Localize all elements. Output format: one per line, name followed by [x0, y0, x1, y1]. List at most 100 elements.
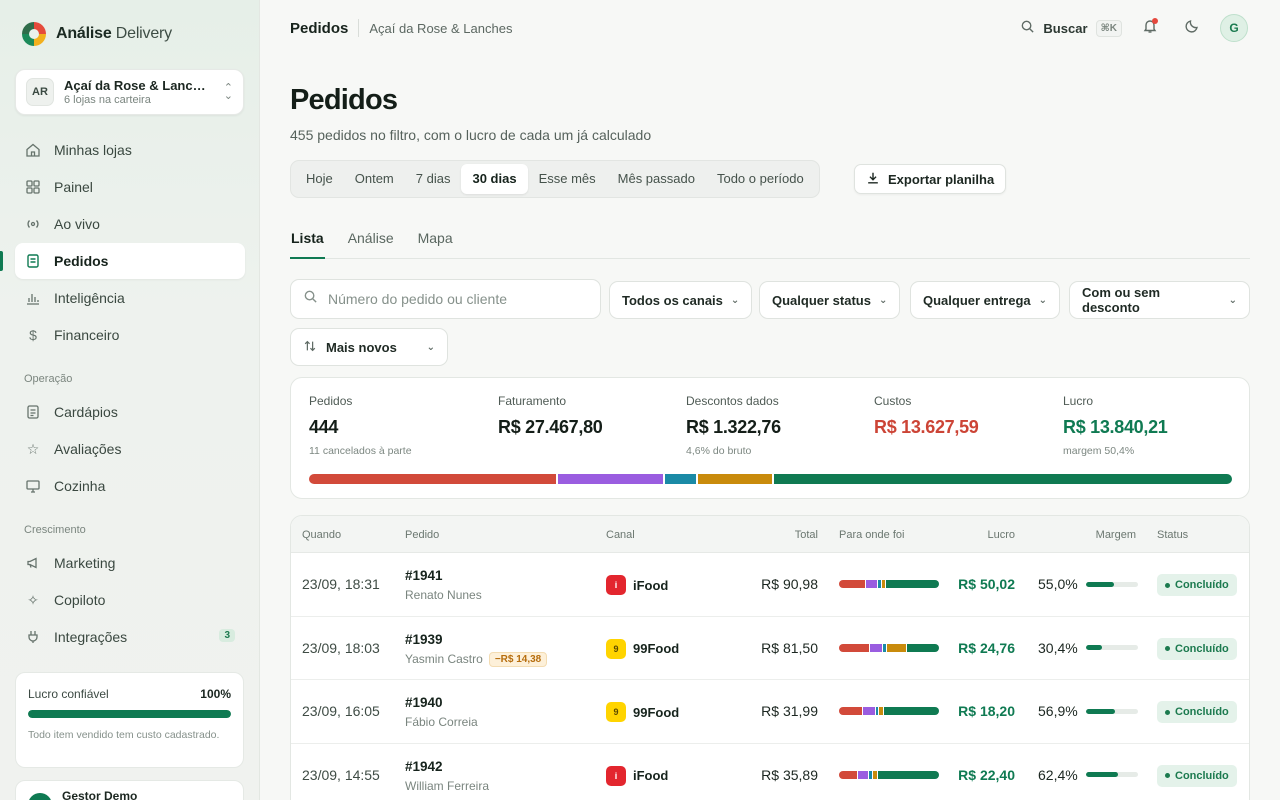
integrations-count-badge: 3 — [219, 629, 235, 642]
avatar[interactable]: G — [1220, 14, 1248, 42]
brand[interactable]: Análise Delivery — [22, 22, 172, 46]
margin-value: 30,4% — [1038, 639, 1078, 656]
order-profit: R$ 50,02 — [958, 576, 1015, 592]
sidebar-item-integracoes[interactable]: Integrações 3 — [15, 619, 245, 655]
megaphone-icon — [24, 554, 42, 572]
margin-value: 56,9% — [1038, 703, 1078, 719]
sidebar-item-cardapios[interactable]: Cardápios — [15, 394, 245, 430]
menu-icon — [24, 403, 42, 421]
store-name: Açaí da Rose & Lanches — [64, 78, 208, 93]
trust-value: 100% — [200, 687, 231, 701]
breakdown-segment — [858, 770, 868, 779]
order-id[interactable]: #1940 — [405, 695, 478, 710]
channel-filter[interactable]: Todos os canais ⌄ — [609, 281, 753, 319]
table-row[interactable]: 23/09, 18:03 #1939 Yasmin Castro −R$ 14,38 9… — [291, 617, 1249, 680]
theme-toggle-button[interactable] — [1178, 14, 1206, 42]
sidebar-item-minhas-lojas[interactable]: Minhas lojas — [15, 132, 245, 168]
sort-icon — [303, 339, 317, 356]
export-button[interactable]: Exportar planilha — [854, 164, 1007, 194]
table-row[interactable]: 23/09, 16:05 #1940 Fábio Correia 9 99Food R$ … — [291, 680, 1249, 744]
store-count: 6 lojas na carteira — [64, 94, 151, 106]
chevron-down-icon: ⌄ — [730, 294, 740, 306]
sidebar-item-pedidos[interactable]: Pedidos — [0, 243, 245, 279]
period-ontem[interactable]: Ontem — [344, 164, 405, 194]
tab-mapa[interactable]: Mapa — [417, 224, 454, 259]
status-filter[interactable]: Qualquer status ⌄ — [759, 281, 901, 319]
header-total[interactable]: Total — [795, 529, 818, 541]
plug-icon — [24, 628, 42, 646]
period-esse-mes[interactable]: Esse mês — [528, 164, 607, 194]
order-search[interactable] — [290, 279, 601, 319]
brand-name: Análise Delivery — [56, 25, 172, 42]
period-7-dias[interactable]: 7 dias — [405, 164, 462, 194]
stat-label: Faturamento — [498, 394, 567, 408]
channel-logo-icon: i — [606, 765, 626, 786]
breadcrumb-store[interactable]: Açaí da Rose & Lanches — [369, 21, 512, 36]
stat-note: margem 50,4% — [1063, 445, 1135, 457]
header-channel[interactable]: Canal — [606, 529, 635, 541]
header-order[interactable]: Pedido — [405, 529, 439, 541]
order-time: 23/09, 18:31 — [302, 576, 380, 592]
period-selector: Hoje Ontem 7 dias 30 dias Esse mês Mês p… — [290, 160, 820, 198]
order-margin: 30,4% — [1038, 640, 1138, 656]
order-breakdown-bar — [839, 580, 939, 588]
header-margin[interactable]: Margem — [1096, 529, 1136, 541]
stat-label: Descontos dados — [686, 394, 779, 408]
sparkle-icon: ✧ — [27, 591, 39, 608]
sidebar-item-copiloto[interactable]: ✧ Copiloto — [15, 582, 245, 618]
trust-note: Todo item vendido tem custo cadastrado. — [28, 729, 220, 741]
order-profit: R$ 24,76 — [958, 639, 1015, 656]
table-row[interactable]: 23/09, 14:55 #1942 William Ferreira i iFood R… — [291, 744, 1249, 800]
global-search-button[interactable]: Buscar ⌘K — [1020, 19, 1122, 37]
period-todo-periodo[interactable]: Todo o período — [706, 164, 815, 194]
stat-note: 11 cancelados à parte — [309, 445, 412, 457]
breakdown-segment — [863, 707, 875, 715]
breadcrumb-page[interactable]: Pedidos — [290, 20, 348, 37]
header-status[interactable]: Status — [1157, 529, 1188, 541]
notifications-button[interactable] — [1136, 14, 1164, 42]
margin-bar — [1085, 581, 1138, 587]
period-30-dias[interactable]: 30 dias — [461, 164, 528, 194]
header-profit[interactable]: Lucro — [987, 529, 1015, 541]
delivery-filter-value: Qualquer entrega — [923, 292, 1031, 308]
order-total: R$ 31,99 — [761, 703, 818, 719]
sidebar-item-inteligencia[interactable]: Inteligência — [15, 280, 245, 316]
sort-select[interactable]: Mais novos ⌄ — [290, 328, 448, 366]
store-switcher[interactable]: AR Açaí da Rose & Lanches 6 lojas na car… — [15, 69, 244, 115]
period-hoje[interactable]: Hoje — [295, 164, 344, 194]
breakdown-segment — [839, 643, 869, 652]
search-input[interactable] — [328, 291, 578, 307]
status-filter-value: Qualquer status — [772, 292, 871, 308]
sidebar-item-cozinha[interactable]: Cozinha — [15, 468, 245, 504]
dollar-icon: $ — [29, 327, 37, 343]
period-mes-passado[interactable]: Mês passado — [607, 164, 706, 194]
sidebar-item-ao-vivo[interactable]: Ao vivo — [15, 206, 245, 242]
table-body: 23/09, 18:31 #1941 Renato Nunes i iFood R$ 90… — [291, 553, 1249, 800]
channel-logo-icon: i — [606, 575, 626, 595]
breakdown-segment — [558, 474, 664, 484]
nav-section-operacao: Operação — [24, 373, 73, 385]
brand-logo-icon — [22, 22, 46, 46]
sidebar-item-label: Pedidos — [54, 253, 109, 269]
order-id[interactable]: #1942 — [405, 759, 489, 774]
order-id[interactable]: #1939 — [405, 632, 547, 647]
stat-profit: Lucro R$ 13.840,21 margem 50,4% — [1063, 394, 1168, 457]
status-dot — [1165, 646, 1170, 651]
status-dot — [1165, 773, 1170, 778]
header-when[interactable]: Quando — [302, 529, 341, 541]
breakdown-segment — [882, 580, 886, 588]
sidebar-item-marketing[interactable]: Marketing — [15, 545, 245, 581]
order-info: #1939 Yasmin Castro −R$ 14,38 — [405, 632, 548, 667]
order-id[interactable]: #1941 — [405, 568, 482, 583]
tab-lista[interactable]: Lista — [290, 224, 325, 259]
user-menu[interactable]: G Gestor Demo — [15, 780, 244, 800]
sidebar-item-painel[interactable]: Painel — [15, 169, 245, 205]
delivery-filter[interactable]: Qualquer entrega ⌄ — [910, 281, 1061, 319]
tab-analise[interactable]: Análise — [347, 224, 395, 259]
sidebar-item-financeiro[interactable]: $ Financeiro — [15, 317, 245, 353]
sidebar-item-avaliacoes[interactable]: ☆ Avaliações — [15, 431, 245, 467]
table-row[interactable]: 23/09, 18:31 #1941 Renato Nunes i iFood R$ 90… — [291, 553, 1249, 617]
discount-filter[interactable]: Com ou sem desconto ⌄ — [1069, 281, 1250, 319]
breakdown-segment — [883, 643, 887, 652]
stat-value: R$ 13.627,59 — [874, 417, 979, 437]
